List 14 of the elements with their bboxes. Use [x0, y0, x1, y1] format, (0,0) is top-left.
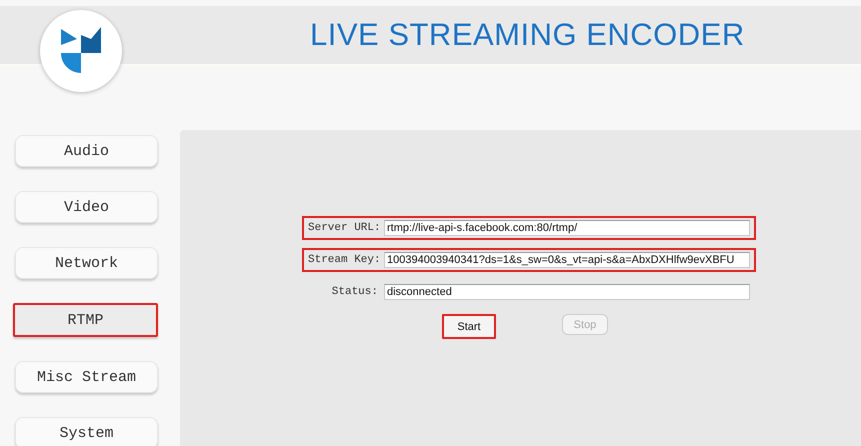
field-label: Server URL: — [308, 222, 378, 234]
sidebar-item[interactable]: Video — [15, 191, 158, 223]
page-title: LIVE STREAMING ENCODER — [310, 17, 745, 53]
sidebar-item[interactable]: Misc Stream — [15, 361, 158, 393]
field-label: Status: — [330, 286, 378, 298]
sidebar-item[interactable]: Audio — [15, 135, 158, 167]
sidebar-item[interactable]: System — [15, 417, 158, 446]
input-field[interactable]: rtmp://live-api-s.facebook.com:80/rtmp/ — [384, 220, 750, 236]
input-field[interactable]: disconnected — [384, 284, 750, 300]
input-field[interactable]: 100394003940341?ds=1&s_sw=0&s_vt=api-s&a=AbxDXHlfw9evXBFU — [384, 252, 750, 268]
field-label: Stream Key: — [308, 254, 378, 266]
sidebar-item[interactable]: Network — [15, 247, 158, 279]
action-button[interactable]: Start — [442, 314, 496, 339]
sidebar-item[interactable]: RTMP — [13, 303, 158, 337]
